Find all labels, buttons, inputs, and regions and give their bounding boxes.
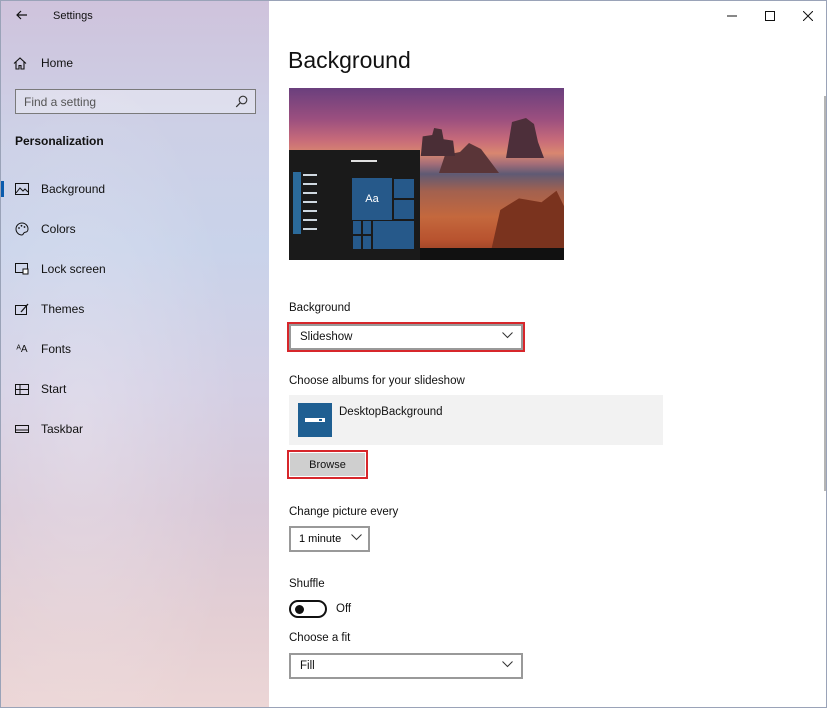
fit-label: Choose a fit — [289, 632, 351, 644]
shuffle-label: Shuffle — [289, 578, 325, 590]
maximize-button[interactable] — [750, 1, 790, 31]
search-box[interactable] — [15, 89, 256, 114]
minimize-button[interactable] — [712, 1, 752, 31]
background-dropdown[interactable]: Slideshow — [289, 324, 523, 350]
shuffle-state: Off — [336, 603, 352, 615]
change-picture-value: 1 minute — [299, 533, 342, 545]
fonts-icon: ᴬA — [16, 343, 28, 355]
sidebar-item-label: Taskbar — [41, 422, 84, 436]
tile — [352, 220, 362, 235]
sidebar-item-label: Background — [41, 182, 106, 196]
album-item[interactable]: DesktopBackground — [289, 395, 663, 445]
home-link[interactable]: Home — [13, 51, 73, 75]
sidebar-nav: Background Colors Lock screen Themes ᴬA … — [1, 169, 269, 449]
start-line — [303, 210, 317, 212]
background-preview: Aa — [289, 88, 564, 260]
start-icon — [15, 382, 29, 396]
sidebar-item-lock-screen[interactable]: Lock screen — [1, 249, 269, 289]
back-arrow-icon — [16, 10, 27, 20]
start-line — [303, 201, 317, 203]
tile — [393, 178, 415, 199]
mesa-shape — [420, 128, 455, 156]
sidebar-item-taskbar[interactable]: Taskbar — [1, 409, 269, 449]
app-title: Settings — [53, 10, 93, 22]
close-button[interactable] — [788, 1, 826, 31]
sidebar-item-label: Lock screen — [41, 262, 106, 276]
title-bar — [1, 1, 269, 31]
start-line — [303, 219, 317, 221]
sidebar-item-label: Colors — [41, 222, 76, 236]
tile — [372, 220, 415, 250]
chevron-down-icon — [502, 661, 513, 668]
home-label: Home — [41, 56, 74, 70]
scrollbar[interactable] — [824, 96, 826, 491]
taskbar-icon — [15, 422, 29, 436]
toggle-knob — [295, 605, 304, 614]
start-rail — [293, 172, 301, 234]
fit-dropdown-value: Fill — [300, 660, 315, 672]
tile-aa: Aa — [352, 178, 392, 220]
sidebar-item-colors[interactable]: Colors — [1, 209, 269, 249]
sidebar-item-start[interactable]: Start — [1, 369, 269, 409]
chevron-down-icon — [351, 534, 362, 541]
start-menu-preview: Aa — [289, 150, 420, 260]
start-line — [303, 183, 317, 185]
settings-window: Settings Home Personalization Background… — [0, 0, 827, 708]
start-line — [303, 174, 317, 176]
palette-icon — [15, 222, 29, 236]
tile — [352, 235, 362, 250]
themes-icon — [15, 302, 29, 316]
tile — [362, 220, 372, 235]
lock-screen-icon — [15, 262, 29, 276]
sidebar: Settings Home Personalization Background… — [1, 1, 269, 707]
album-name: DesktopBackground — [339, 406, 443, 418]
picture-icon — [15, 182, 29, 196]
sidebar-item-label: Start — [41, 382, 67, 396]
section-title: Personalization — [15, 134, 104, 148]
start-line — [303, 192, 317, 194]
home-icon — [13, 56, 27, 70]
chevron-down-icon — [502, 332, 513, 339]
change-picture-label: Change picture every — [289, 506, 399, 518]
close-icon — [803, 11, 813, 21]
minimize-icon — [727, 15, 737, 17]
search-icon[interactable] — [235, 95, 248, 108]
shuffle-toggle[interactable] — [289, 600, 327, 618]
browse-button[interactable]: Browse — [290, 453, 365, 476]
maximize-icon — [765, 11, 775, 21]
sidebar-item-label: Fonts — [41, 342, 72, 356]
tile — [362, 235, 372, 250]
mesa-shape — [506, 118, 544, 158]
fit-dropdown[interactable]: Fill — [289, 653, 523, 679]
background-label: Background — [289, 302, 351, 314]
sidebar-item-background[interactable]: Background — [1, 169, 269, 209]
main-content: Background Aa Background Slideshow Choos… — [269, 1, 826, 707]
back-button[interactable] — [13, 6, 31, 24]
background-dropdown-value: Slideshow — [300, 331, 353, 343]
search-input[interactable] — [16, 94, 226, 109]
albums-label: Choose albums for your slideshow — [289, 375, 465, 387]
change-picture-dropdown[interactable]: 1 minute — [289, 526, 370, 552]
page-title: Background — [288, 47, 411, 73]
start-tiles: Aa — [352, 178, 415, 250]
sidebar-item-fonts[interactable]: ᴬA Fonts — [1, 329, 269, 369]
tile — [393, 199, 415, 220]
start-header-line — [351, 160, 377, 162]
start-line — [303, 228, 317, 230]
sidebar-item-label: Themes — [41, 302, 85, 316]
sidebar-item-themes[interactable]: Themes — [1, 289, 269, 329]
folder-icon — [298, 403, 332, 437]
